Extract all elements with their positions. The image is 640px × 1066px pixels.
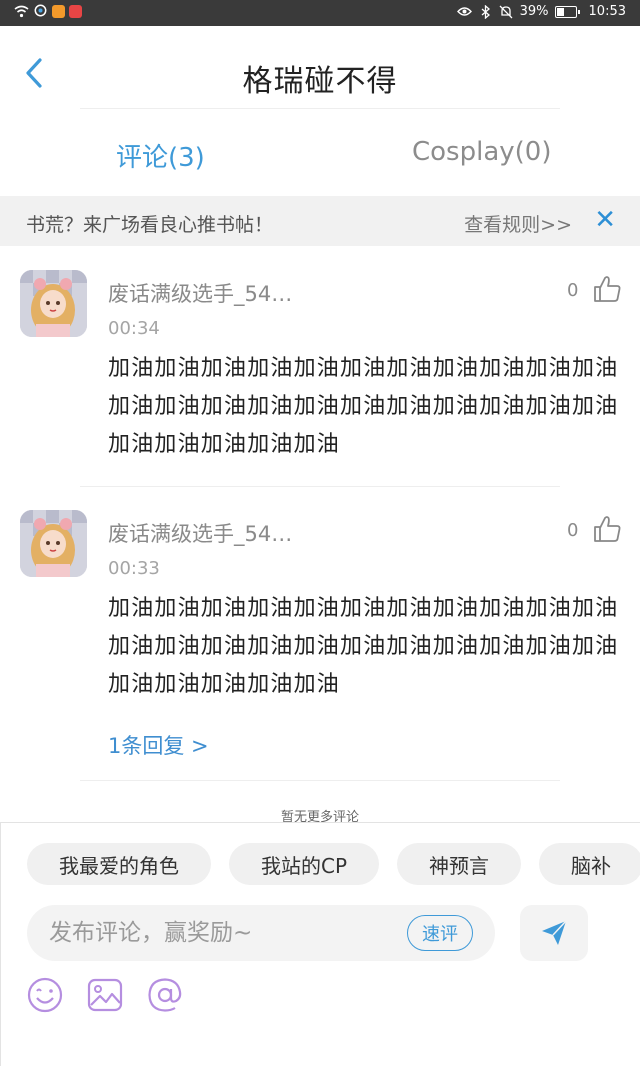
bluetooth-icon [478, 4, 493, 19]
mention-icon[interactable] [145, 975, 185, 1015]
message-app-icon [69, 5, 82, 18]
thumbs-up-icon[interactable] [592, 514, 622, 544]
view-replies-link[interactable]: 1条回复 > [108, 730, 209, 760]
comment-username[interactable]: 废话满级选手_54… [108, 278, 292, 308]
image-icon[interactable] [85, 975, 125, 1015]
send-button[interactable] [520, 905, 588, 961]
comment-divider [80, 780, 560, 781]
comment-text: 加油加油加油加油加油加油加油加油加油加油加油加油加油加油加油加油加油加油加油加油… [108, 356, 619, 457]
status-bar: 39% 10:53 [0, 0, 640, 26]
avatar[interactable] [20, 270, 87, 337]
topic-chips: 我最爱的角色 我站的CP 神预言 脑补 [27, 843, 640, 885]
no-more-comments: 暂无更多评论 [280, 810, 359, 822]
eye-icon [456, 4, 472, 19]
battery-icon [554, 5, 580, 18]
comment-time: 00:34 [108, 318, 160, 339]
comment-input-box: 速评 [27, 905, 495, 961]
topic-chip[interactable]: 神预言 [397, 843, 522, 885]
mute-icon [499, 4, 514, 19]
notice-text[interactable]: 书荒？来广场看良心推书帖！ [26, 210, 273, 237]
header: 格瑞碰不得 [0, 26, 640, 110]
header-divider [80, 108, 560, 109]
comment-divider [80, 486, 560, 487]
notice-bar: 书荒？来广场看良心推书帖！ 查看规则>> ✕ [0, 196, 640, 246]
close-icon[interactable]: ✕ [594, 205, 616, 235]
thumbs-up-icon[interactable] [592, 274, 622, 304]
page-title: 格瑞碰不得 [242, 64, 398, 99]
topic-chip[interactable]: 我最爱的角色 [27, 843, 211, 885]
composer-tools [25, 975, 185, 1015]
comment-username[interactable]: 废话满级选手_54… [108, 518, 292, 548]
comment-time: 00:33 [108, 558, 160, 579]
view-rules-link[interactable]: 查看规则>> [464, 210, 572, 237]
location-icon [33, 4, 48, 19]
tab-cosplay[interactable]: Cosplay(0) [412, 137, 551, 167]
topic-chip[interactable]: 脑补 [539, 843, 640, 885]
tab-comments[interactable]: 评论(3) [116, 137, 205, 174]
video-app-icon [52, 5, 65, 18]
like-count: 0 [567, 520, 579, 541]
like-count: 0 [567, 280, 579, 301]
battery-percent: 39% [519, 4, 549, 19]
wifi-icon [14, 4, 29, 19]
quick-comment-button[interactable]: 速评 [407, 915, 473, 951]
topic-chip[interactable]: 我站的CP [229, 843, 380, 885]
clock: 10:53 [588, 4, 626, 19]
comment-input[interactable] [49, 915, 389, 951]
comment-text: 加油加油加油加油加油加油加油加油加油加油加油加油加油加油加油加油加油加油加油加油… [108, 596, 619, 697]
avatar[interactable] [20, 510, 87, 577]
send-icon [542, 920, 567, 945]
comment-composer: 我最爱的角色 我站的CP 神预言 脑补 速评 [0, 822, 640, 1066]
emoji-icon[interactable] [25, 975, 65, 1015]
